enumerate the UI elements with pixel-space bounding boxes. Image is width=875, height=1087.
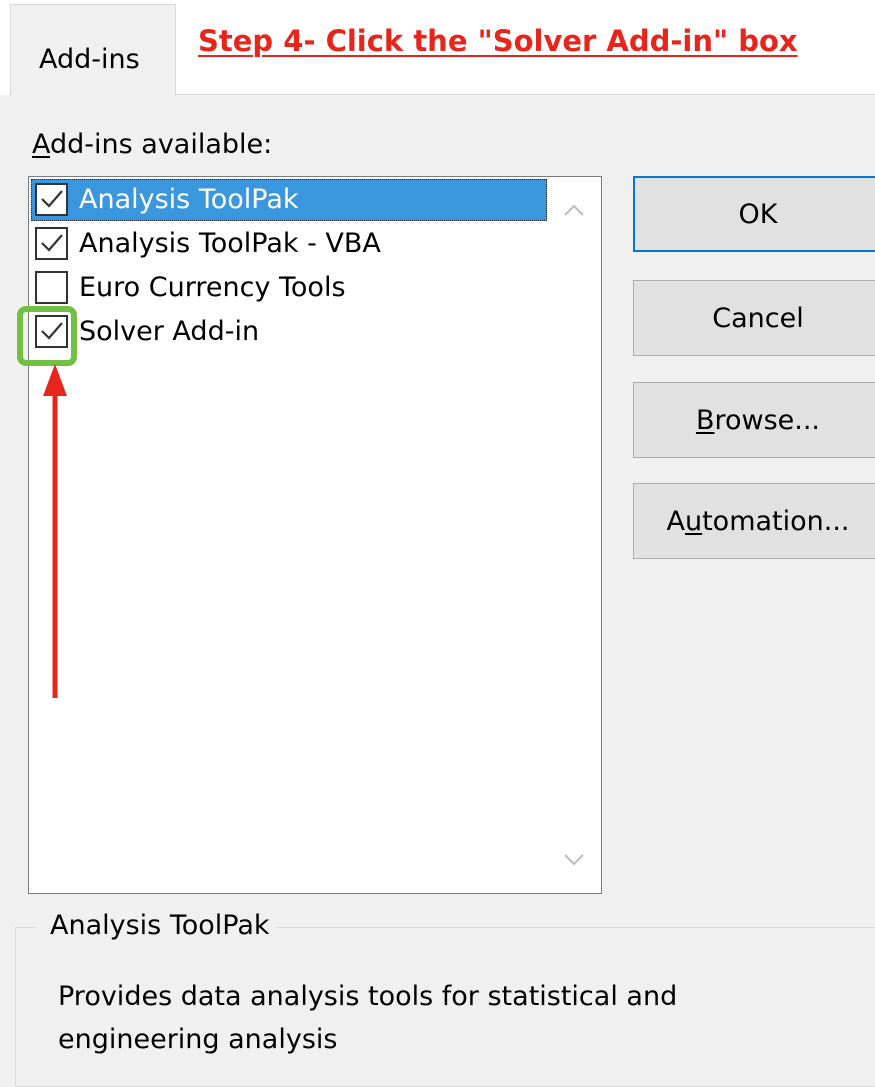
tab-strip-divider (176, 94, 875, 95)
chevron-down-icon[interactable] (559, 847, 589, 871)
browse-button[interactable]: Browse... (633, 382, 875, 458)
chevron-up-icon[interactable] (559, 199, 589, 223)
check-icon (41, 190, 63, 208)
list-item-analysis-toolpak[interactable]: Analysis ToolPak (31, 179, 547, 221)
description-title: Analysis ToolPak (36, 909, 276, 943)
list-item-euro-currency-tools[interactable]: Euro Currency Tools (31, 267, 547, 309)
automation-button[interactable]: Automation... (633, 483, 875, 559)
list-item-label: Euro Currency Tools (79, 272, 346, 303)
checkbox-analysis-toolpak[interactable] (35, 183, 68, 216)
tab-add-ins[interactable]: Add-ins (10, 4, 176, 96)
checkbox-analysis-toolpak-vba[interactable] (35, 227, 68, 260)
addins-available-label: Add-ins available: (32, 129, 273, 160)
addins-listbox[interactable]: Analysis ToolPak Analysis ToolPak - VBA … (28, 176, 602, 894)
cancel-button[interactable]: Cancel (633, 280, 875, 356)
tab-label: Add-ins (39, 44, 140, 75)
list-item-label: Solver Add-in (79, 316, 260, 347)
checkbox-euro-currency-tools[interactable] (35, 271, 68, 304)
list-item-label: Analysis ToolPak (79, 184, 299, 215)
list-item-label: Analysis ToolPak - VBA (79, 228, 381, 259)
list-item-analysis-toolpak-vba[interactable]: Analysis ToolPak - VBA (31, 223, 547, 265)
red-arrow-up-icon (43, 364, 67, 698)
description-text: Provides data analysis tools for statist… (58, 981, 678, 1055)
tab-strip: Add-ins Step 4- Click the "Solver Add-in… (0, 0, 875, 96)
check-icon (41, 234, 63, 252)
list-item-solver-add-in[interactable]: Solver Add-in (31, 311, 547, 353)
ok-button[interactable]: OK (633, 176, 875, 252)
step-annotation: Step 4- Click the "Solver Add-in" box (198, 24, 798, 58)
solver-highlight-box (17, 306, 77, 366)
